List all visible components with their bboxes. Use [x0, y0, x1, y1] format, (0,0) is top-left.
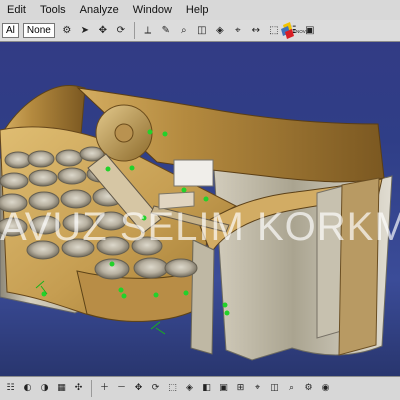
- bottom-toolbar: ☷ ◐ ◑ ▦ ✣ ＋ － ✥ ⟳ ⬚ ◈ ◧ ▣ ⊞ ⌖ ◫ ⌕ ⚙ ◉: [0, 376, 400, 400]
- pan-icon[interactable]: ✥: [131, 381, 146, 396]
- enovia-logo: ENOVIA: [281, 22, 310, 39]
- green-marker: [141, 215, 147, 221]
- right-vertical-rim: [338, 177, 380, 356]
- green-marker: [121, 293, 127, 299]
- 3d-model-viewport[interactable]: [0, 42, 400, 376]
- camera-icon[interactable]: ◉: [318, 381, 333, 396]
- hole[interactable]: [164, 258, 198, 278]
- catia-window: Edit Tools Analyze Window Help Al None ⚙…: [0, 0, 400, 400]
- hole[interactable]: [95, 211, 127, 231]
- move-icon[interactable]: ✥: [95, 23, 111, 39]
- sketch-icon[interactable]: ✎: [158, 23, 174, 39]
- menu-tools[interactable]: Tools: [33, 0, 73, 20]
- zoom-out-icon[interactable]: －: [114, 381, 129, 396]
- green-marker: [162, 131, 168, 137]
- grid-icon[interactable]: ▦: [54, 381, 69, 396]
- rotate-icon[interactable]: ⟳: [148, 381, 163, 396]
- multi-view-icon[interactable]: ⊞: [233, 381, 248, 396]
- top-toolbar: Al None ⚙ ➤ ✥ ⟳ ⟂ ✎ ⌕ ◫ ◈ ⌖ ↔ ⬚ ☷ ▣: [0, 20, 400, 42]
- magnifier-icon[interactable]: ⌕: [284, 381, 299, 396]
- menu-window[interactable]: Window: [126, 0, 179, 20]
- hole[interactable]: [4, 151, 32, 169]
- axis-icon[interactable]: ⟂: [140, 23, 156, 39]
- green-marker: [147, 129, 153, 135]
- toolbar-separator: [133, 22, 135, 39]
- hole[interactable]: [27, 150, 55, 168]
- view-icon[interactable]: ◈: [212, 23, 228, 39]
- center-divider: [190, 239, 215, 355]
- hole[interactable]: [0, 172, 29, 190]
- compass-icon[interactable]: ✣: [71, 381, 86, 396]
- hole[interactable]: [62, 213, 94, 233]
- hole[interactable]: [61, 238, 95, 258]
- dimension-icon[interactable]: ↔: [248, 23, 264, 39]
- measure-icon[interactable]: ⌖: [250, 381, 265, 396]
- section-icon[interactable]: ◫: [267, 381, 282, 396]
- render-icon[interactable]: ◈: [182, 381, 197, 396]
- rotate-icon[interactable]: ⟳: [113, 23, 129, 39]
- show-icon[interactable]: ◑: [37, 381, 52, 396]
- hole[interactable]: [57, 167, 87, 185]
- hole[interactable]: [28, 191, 60, 211]
- fit-all-icon[interactable]: ◫: [194, 23, 210, 39]
- green-marker: [153, 292, 159, 298]
- green-marker: [105, 166, 111, 172]
- slider-block[interactable]: [173, 159, 214, 187]
- green-marker: [118, 287, 124, 293]
- graphic-filter-dropdown[interactable]: None: [22, 23, 55, 38]
- hole[interactable]: [0, 217, 28, 237]
- zoom-in-icon[interactable]: ＋: [97, 381, 112, 396]
- gear-hub: [114, 123, 134, 143]
- constraint-cross: [150, 321, 166, 335]
- menu-bar: Edit Tools Analyze Window Help: [0, 0, 400, 21]
- hole[interactable]: [28, 169, 58, 187]
- edges-icon[interactable]: ▣: [216, 381, 231, 396]
- green-marker: [129, 165, 135, 171]
- wrench-icon[interactable]: ⚙: [59, 23, 75, 39]
- green-marker: [181, 187, 187, 193]
- hide-icon[interactable]: ◐: [20, 381, 35, 396]
- green-marker: [109, 261, 115, 267]
- status-separator: [91, 380, 92, 397]
- zoom-icon[interactable]: ⌕: [176, 23, 192, 39]
- hole[interactable]: [29, 215, 61, 235]
- hole[interactable]: [133, 257, 169, 279]
- menu-edit[interactable]: Edit: [0, 0, 33, 20]
- pointer-icon[interactable]: ➤: [77, 23, 93, 39]
- measure-icon[interactable]: ⌖: [230, 23, 246, 39]
- green-marker: [183, 290, 189, 296]
- green-marker: [222, 302, 228, 308]
- hole[interactable]: [0, 193, 28, 213]
- hole[interactable]: [60, 189, 92, 209]
- selection-dropdown[interactable]: Al: [2, 23, 19, 38]
- settings-icon[interactable]: ⚙: [301, 381, 316, 396]
- connector-plate: [158, 191, 195, 210]
- menu-analyze[interactable]: Analyze: [73, 0, 126, 20]
- tree-icon[interactable]: ☷: [3, 381, 18, 396]
- hole[interactable]: [131, 236, 163, 256]
- green-marker: [224, 310, 230, 316]
- enovia-logo-text: ENOVIA: [293, 29, 310, 34]
- normal-view-icon[interactable]: ⬚: [165, 381, 180, 396]
- hole[interactable]: [55, 149, 83, 167]
- menu-help[interactable]: Help: [179, 0, 216, 20]
- hole[interactable]: [26, 240, 60, 260]
- shading-icon[interactable]: ◧: [199, 381, 214, 396]
- hole[interactable]: [96, 236, 130, 256]
- green-marker: [203, 196, 209, 202]
